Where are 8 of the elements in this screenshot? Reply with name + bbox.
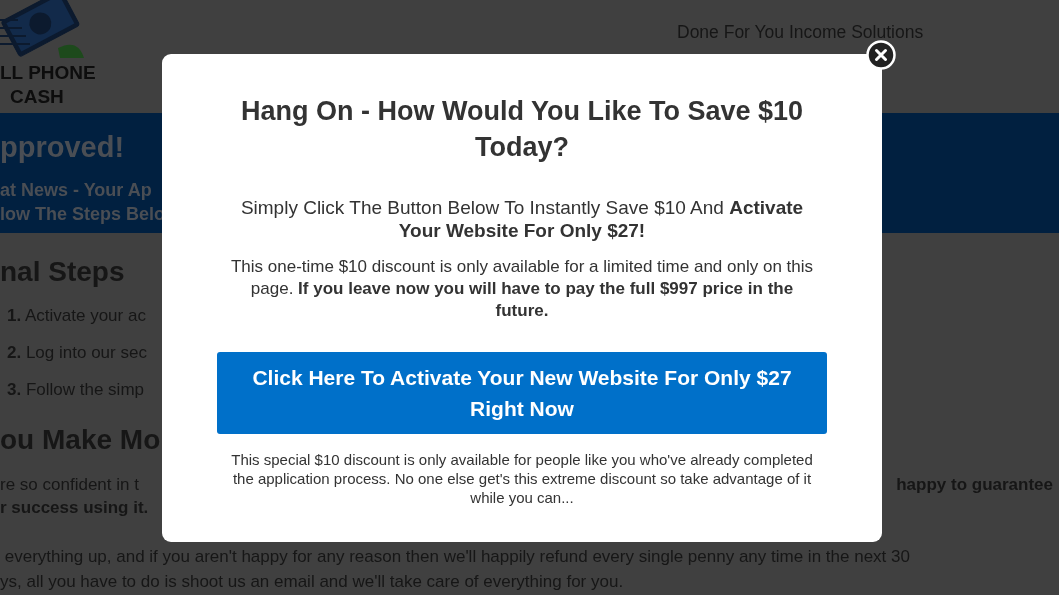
modal-note: This special $10 discount is only available for people like you who've already completed the application process. No one else get's this extreme discount so take advantage of it while you can... [230,450,814,507]
modal-subtitle: Simply Click The Button Below To Instantly Save $10 And Activate Your Website For Only $27! [239,196,805,242]
banner-title: pproved! [0,130,125,165]
modal-title: Hang On - How Would You Like To Save $10 Today? [239,95,805,164]
modal-text: This one-time $10 discount is only available for a limited time and only on this page. If you leave now you will have to pay the full $997 price in the future. [229,256,815,322]
close-icon[interactable] [866,40,896,70]
activate-button[interactable]: Click Here To Activate Your New Website For Only $27 Right Now [217,352,827,434]
banner-text: at News - Your Ap [0,180,152,200]
